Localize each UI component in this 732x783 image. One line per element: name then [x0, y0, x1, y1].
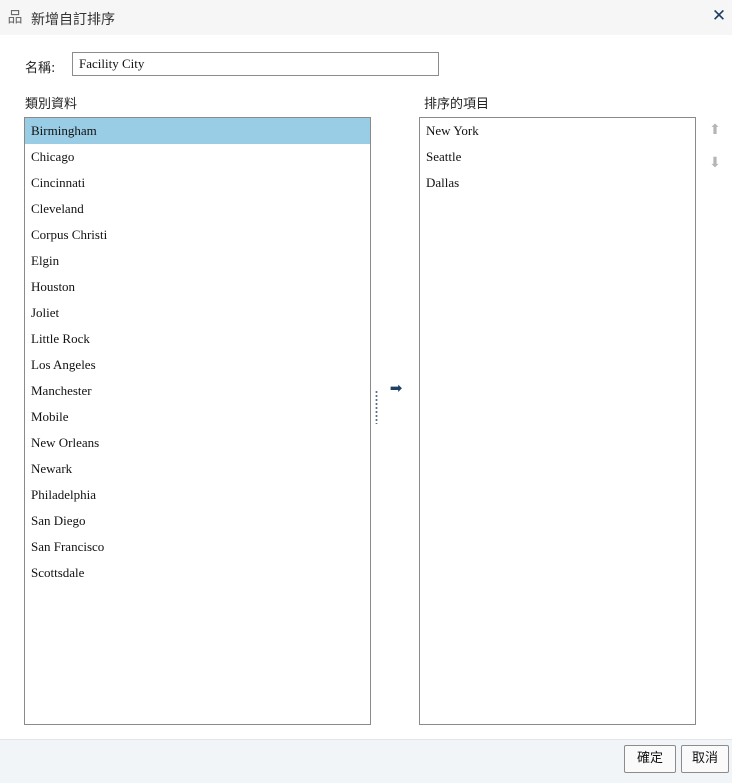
hierarchy-icon: 品 [7, 8, 23, 26]
list-item[interactable]: Joliet [25, 300, 370, 326]
close-icon[interactable]: ✕ [710, 7, 728, 25]
name-input[interactable] [72, 52, 439, 76]
list-item[interactable]: Philadelphia [25, 482, 370, 508]
list-item[interactable]: Newark [25, 456, 370, 482]
sorted-items-label: 排序的項目 [424, 97, 490, 112]
move-down-icon[interactable]: ⬇ [706, 154, 724, 172]
list-item[interactable]: Little Rock [25, 326, 370, 352]
move-up-icon[interactable]: ⬆ [706, 121, 724, 139]
list-item[interactable]: New York [420, 118, 695, 144]
list-item[interactable]: Los Angeles [25, 352, 370, 378]
move-right-icon[interactable]: ➡ [387, 379, 405, 397]
list-item[interactable]: Mobile [25, 404, 370, 430]
list-item[interactable]: Cleveland [25, 196, 370, 222]
list-item[interactable]: Chicago [25, 144, 370, 170]
list-item[interactable]: New Orleans [25, 430, 370, 456]
category-data-list[interactable]: Birmingham Chicago Cincinnati Cleveland Corp… [24, 117, 371, 725]
sorted-items-list[interactable]: New York Seattle Dallas [419, 117, 696, 725]
list-item[interactable]: Elgin [25, 248, 370, 274]
list-item[interactable]: Houston [25, 274, 370, 300]
list-item[interactable]: Cincinnati [25, 170, 370, 196]
cancel-button[interactable]: 取消 [681, 745, 729, 773]
list-item[interactable]: Manchester [25, 378, 370, 404]
list-item[interactable]: Birmingham [25, 118, 370, 144]
list-item[interactable]: Corpus Christi [25, 222, 370, 248]
list-item[interactable]: Seattle [420, 144, 695, 170]
category-data-label: 類別資料 [25, 97, 78, 112]
list-item[interactable]: Scottsdale [25, 560, 370, 586]
dialog-titlebar: 品 新增自訂排序 ✕ [0, 0, 732, 35]
list-item[interactable]: Dallas [420, 170, 695, 196]
list-item[interactable]: San Diego [25, 508, 370, 534]
splitter-handle[interactable] [375, 390, 378, 424]
dialog-footer [0, 739, 732, 783]
ok-button[interactable]: 確定 [624, 745, 676, 773]
list-item[interactable]: San Francisco [25, 534, 370, 560]
name-label: 名稱: [25, 61, 56, 76]
dialog-title: 新增自訂排序 [31, 12, 115, 28]
